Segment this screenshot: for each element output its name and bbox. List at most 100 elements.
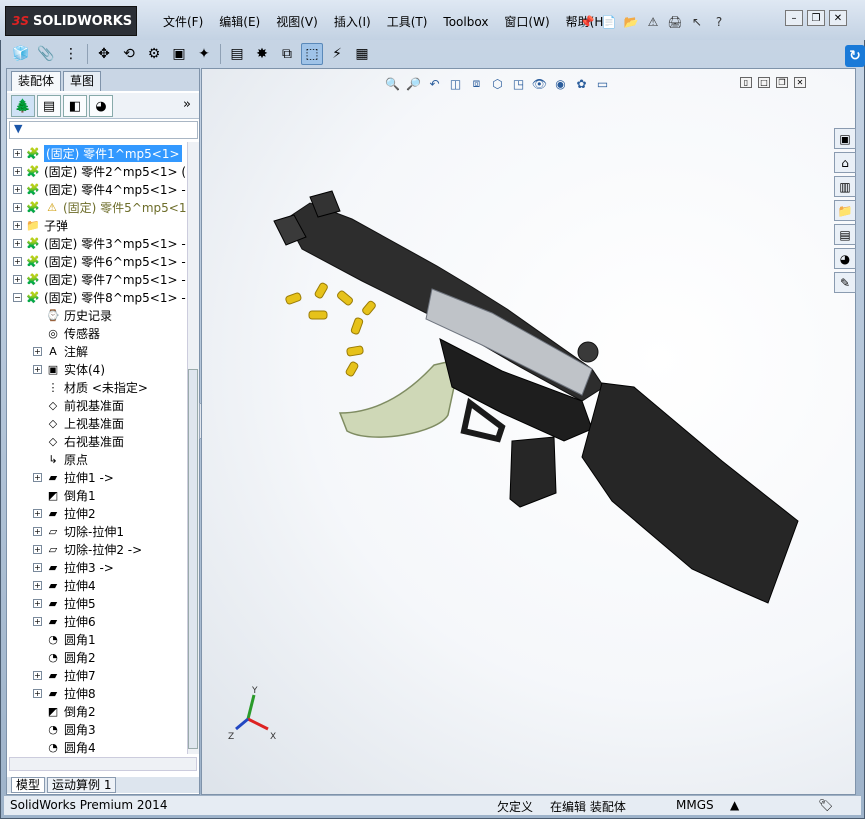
pointer-icon[interactable]: ↖ [688, 13, 706, 31]
file-explorer-tab-icon[interactable]: 📁 [834, 200, 856, 221]
tab-motion-study[interactable]: 运动算例 1 [47, 777, 117, 793]
interference-icon[interactable]: ⧉ [276, 43, 298, 65]
tree-item[interactable]: + ▣ 实体(4) [7, 360, 187, 378]
move-component-icon[interactable]: ✥ [93, 43, 115, 65]
tree-item[interactable]: + 🧩 (固定) 零件1^mp5<1> [7, 144, 187, 162]
tree-item[interactable]: +↳原点 [7, 450, 187, 468]
tree-item[interactable]: +◔圆角2 [7, 648, 187, 666]
expand-toggle-icon[interactable]: + [13, 256, 22, 266]
menu-4[interactable]: 工具(T) [379, 11, 436, 33]
snapshot-icon[interactable]: ▦ [351, 43, 373, 65]
tree-item[interactable]: + ▰ 拉伸7 [7, 666, 187, 684]
expand-toggle-icon[interactable]: + [33, 598, 42, 608]
speedpak-icon[interactable]: ⚡ [326, 43, 348, 65]
rebuild-icon[interactable]: ⚠ [644, 13, 662, 31]
expand-toggle-icon[interactable]: + [13, 274, 22, 284]
mate-icon[interactable]: 📎 [35, 43, 57, 65]
property-manager-tab-icon[interactable]: ▤ [37, 95, 61, 117]
expand-toggle-icon[interactable]: + [33, 472, 42, 482]
tree-item[interactable]: + A 注解 [7, 342, 187, 360]
reference-geometry-icon[interactable]: ✦ [193, 43, 215, 65]
expand-toggle-icon[interactable]: + [33, 346, 42, 356]
smart-fasteners-icon[interactable]: ⚙ [143, 43, 165, 65]
expand-toggle-icon[interactable]: + [13, 166, 22, 176]
tree-item[interactable]: +◩倒角1 [7, 486, 187, 504]
tree-item[interactable]: +◔圆角1 [7, 630, 187, 648]
insert-component-icon[interactable]: 🧊 [10, 43, 32, 65]
tree-horizontal-scrollbar[interactable] [9, 757, 197, 771]
expand-toggle-icon[interactable]: + [33, 616, 42, 626]
expand-toggle-icon[interactable]: + [13, 220, 22, 230]
instant3d-icon[interactable]: ⬚ [301, 43, 323, 65]
menu-3[interactable]: 插入(I) [326, 11, 379, 33]
design-library-tab-icon[interactable]: ▥ [834, 176, 856, 197]
open-folder-icon[interactable]: 📂 [622, 13, 640, 31]
expand-toggle-icon[interactable]: − [13, 292, 22, 302]
expand-toggle-icon[interactable]: + [33, 508, 42, 518]
pin-icon[interactable]: 📌 [578, 13, 596, 31]
tree-item[interactable]: + 📁 子弹 [7, 216, 187, 234]
tree-item[interactable]: +◇右视基准面 [7, 432, 187, 450]
tree-item[interactable]: +◔圆角3 [7, 720, 187, 738]
menu-6[interactable]: 窗口(W) [496, 11, 557, 33]
expand-toggle-icon[interactable]: + [33, 562, 42, 572]
tree-item[interactable]: +◔圆角4 [7, 738, 187, 755]
feature-manager-tab-icon[interactable]: 🌲 [11, 95, 35, 117]
expand-toggle-icon[interactable]: + [33, 544, 42, 554]
expand-toggle-icon[interactable]: + [13, 202, 22, 212]
scrollbar-thumb[interactable] [188, 369, 198, 749]
units-status[interactable]: MMGS [676, 798, 714, 812]
tree-item[interactable]: + ▱ 切除-拉伸2 -> [7, 540, 187, 558]
graphics-area[interactable]: 🔍 🔎 ↶ ◫ ⧈ ⬡ ◳ 👁 ◉ ✿ ▭ ▯ □ ❐ ✕ Y X Z [201, 68, 856, 795]
help-question-icon[interactable]: ? [710, 13, 728, 31]
tree-item[interactable]: + 🧩 (固定) 零件3^mp5<1> - [7, 234, 187, 252]
close-icon[interactable]: ✕ [829, 10, 847, 26]
tree-item[interactable]: + 🧩 ⚠ (固定) 零件5^mp5<1 [7, 198, 187, 216]
menu-5[interactable]: Toolbox [435, 11, 496, 33]
expand-toggle-icon[interactable]: + [33, 670, 42, 680]
tree-item[interactable]: − 🧩 (固定) 零件8^mp5<1> - [7, 288, 187, 306]
display-manager-tab-icon[interactable]: ◕ [89, 95, 113, 117]
home-tab-icon[interactable]: ⌂ [834, 152, 856, 173]
expand-toggle-icon[interactable]: + [33, 580, 42, 590]
print-icon[interactable]: 🖨 [666, 13, 684, 31]
tree-item[interactable]: + ▰ 拉伸1 -> [7, 468, 187, 486]
expand-toggle-icon[interactable]: + [13, 238, 22, 248]
configuration-manager-tab-icon[interactable]: ◧ [63, 95, 87, 117]
tab-sketch[interactable]: 草图 [63, 71, 102, 91]
restore-icon[interactable]: ❐ [807, 10, 825, 26]
tags-icon[interactable]: 🏷 [818, 798, 833, 812]
rotate-component-icon[interactable]: ⟲ [118, 43, 140, 65]
units-up-icon[interactable]: ▲ [730, 798, 739, 812]
tree-item[interactable]: + ▰ 拉伸4 [7, 576, 187, 594]
appearances-tab-icon[interactable]: ◕ [834, 248, 856, 269]
linear-pattern-icon[interactable]: ⋮ [60, 43, 82, 65]
tree-item[interactable]: + 🧩 (固定) 零件2^mp5<1> ( [7, 162, 187, 180]
assembly-features-icon[interactable]: ▣ [168, 43, 190, 65]
tree-item[interactable]: +◇上视基准面 [7, 414, 187, 432]
tree-item[interactable]: +⌚历史记录 [7, 306, 187, 324]
expand-toggle-icon[interactable]: + [13, 148, 22, 158]
solidworks-resources-tab-icon[interactable]: ▣ [834, 128, 856, 149]
menu-1[interactable]: 编辑(E) [211, 11, 268, 33]
expand-toggle-icon[interactable]: + [33, 688, 42, 698]
view-palette-tab-icon[interactable]: ▤ [834, 224, 856, 245]
tree-item[interactable]: + 🧩 (固定) 零件4^mp5<1> - [7, 180, 187, 198]
tab-assembly[interactable]: 装配体 [11, 71, 62, 91]
new-document-icon[interactable]: 📄 [600, 13, 618, 31]
tab-model[interactable]: 模型 [11, 777, 46, 793]
expand-toggle-icon[interactable]: + [33, 526, 42, 536]
tree-item[interactable]: +◇前视基准面 [7, 396, 187, 414]
menu-2[interactable]: 视图(V) [268, 11, 326, 33]
mp5-model-render[interactable]: Y X Z [202, 69, 857, 796]
menu-0[interactable]: 文件(F) [155, 11, 211, 33]
tree-item[interactable]: +⋮材质 <未指定> [7, 378, 187, 396]
expand-toggle-icon[interactable]: + [33, 364, 42, 374]
tree-item[interactable]: + ▰ 拉伸2 [7, 504, 187, 522]
tree-item[interactable]: +◩倒角2 [7, 702, 187, 720]
tree-item[interactable]: + ▱ 切除-拉伸1 [7, 522, 187, 540]
tree-item[interactable]: + ▰ 拉伸5 [7, 594, 187, 612]
tree-item[interactable]: + ▰ 拉伸3 -> [7, 558, 187, 576]
tree-filter-icon[interactable]: ▼ [9, 121, 198, 139]
tree-item[interactable]: + ▰ 拉伸6 [7, 612, 187, 630]
